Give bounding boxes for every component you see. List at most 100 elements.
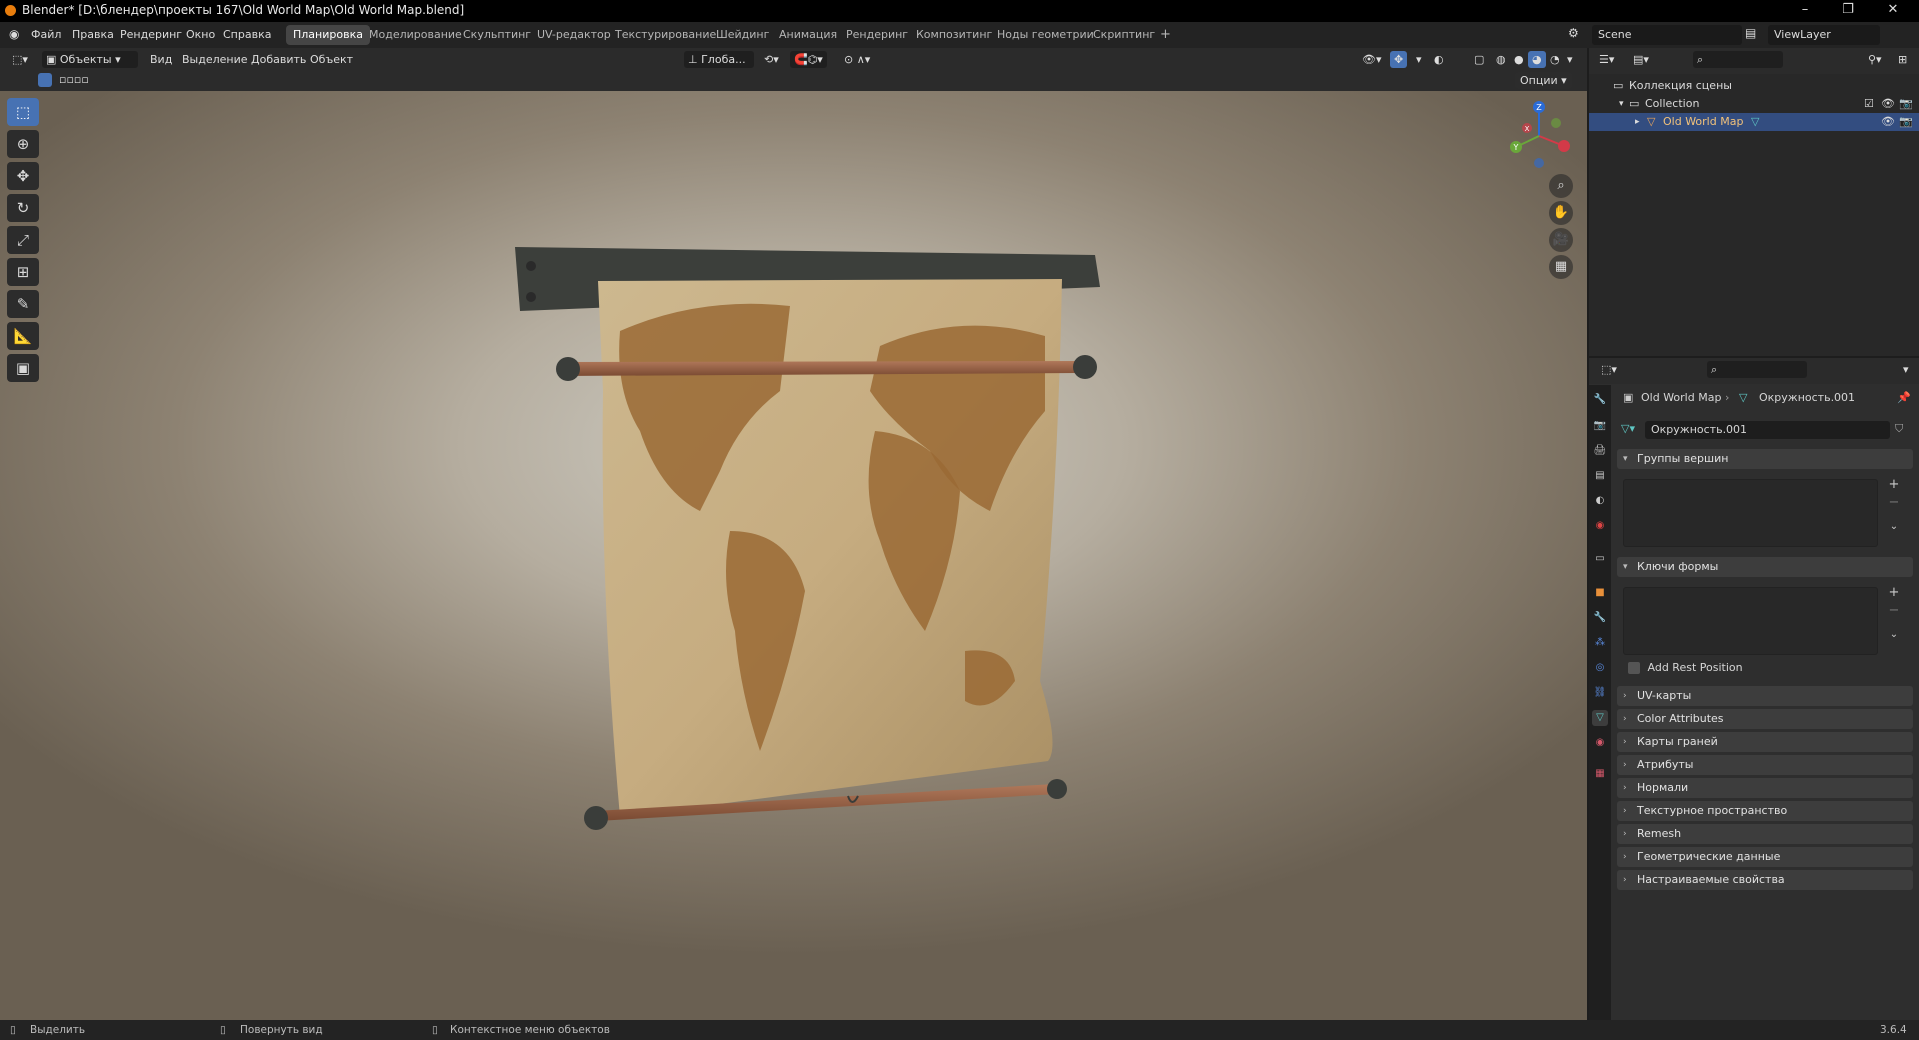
- panel-normals[interactable]: › Нормали: [1617, 778, 1913, 798]
- perspective-grid-icon[interactable]: ▦: [1549, 255, 1573, 279]
- menu-render[interactable]: Рендеринг: [120, 28, 182, 41]
- eye-icon[interactable]: 👁: [1881, 95, 1895, 113]
- menu-view[interactable]: Вид: [146, 51, 176, 68]
- menu-file[interactable]: Файл: [31, 28, 61, 41]
- shape-keys-list[interactable]: [1623, 587, 1878, 655]
- material-tab-icon[interactable]: ◉: [1592, 735, 1608, 751]
- outliner-row-scene-collection[interactable]: ▭ Коллекция сцены: [1589, 77, 1919, 95]
- tab-geometry-nodes[interactable]: Ноды геометрии: [990, 25, 1101, 45]
- menu-object[interactable]: Объект: [306, 51, 357, 68]
- pivot-icon[interactable]: ⟲▾: [760, 51, 783, 68]
- add-rest-position-row[interactable]: Add Rest Position: [1628, 660, 1743, 676]
- properties-search-icon[interactable]: ⌕: [1707, 361, 1807, 378]
- remove-shape-key-icon[interactable]: −: [1885, 603, 1903, 619]
- pin-icon[interactable]: 📌: [1897, 388, 1911, 408]
- camera-render-icon[interactable]: 📷: [1899, 113, 1913, 131]
- solid-shading-icon[interactable]: ●: [1510, 51, 1528, 68]
- zoom-icon[interactable]: ⌕: [1549, 174, 1573, 198]
- orientation-selector[interactable]: ⊥ Глоба... ▾: [684, 51, 754, 83]
- breadcrumb-object[interactable]: Old World Map: [1641, 388, 1721, 408]
- menu-select[interactable]: Выделение: [178, 51, 252, 68]
- menu-window[interactable]: Окно: [186, 28, 215, 41]
- add-cube-icon[interactable]: ▣: [7, 354, 39, 382]
- menu-add[interactable]: Добавить: [247, 51, 310, 68]
- add-vertex-group-icon[interactable]: +: [1885, 477, 1903, 493]
- render-tab-icon[interactable]: 📷: [1592, 418, 1608, 434]
- panel-attributes[interactable]: › Атрибуты: [1617, 755, 1913, 775]
- modifier-tab-icon[interactable]: 🔧: [1592, 610, 1608, 626]
- tab-sculpting[interactable]: Скульптинг: [456, 25, 538, 45]
- mesh-browse-icon[interactable]: ▽▾: [1621, 422, 1635, 435]
- pan-hand-icon[interactable]: ✋: [1549, 201, 1573, 225]
- view-layer-selector[interactable]: ViewLayer: [1768, 25, 1880, 45]
- navigation-gizmo[interactable]: Z Y X: [1504, 101, 1574, 171]
- editor-type-icon[interactable]: ⬚▾: [8, 51, 32, 68]
- tab-shading[interactable]: Шейдинг: [709, 25, 776, 45]
- breadcrumb-mesh[interactable]: Окружность.001: [1759, 388, 1855, 408]
- blender-menu-icon[interactable]: ◉: [9, 27, 19, 41]
- properties-editor-icon[interactable]: ⬚▾: [1597, 361, 1621, 378]
- expand-chevron-icon[interactable]: ▾: [1619, 95, 1624, 113]
- tab-modeling[interactable]: Моделирование: [362, 25, 469, 45]
- outliner-row-object[interactable]: ▸ ▽ Old World Map ▽ 👁 📷: [1589, 113, 1919, 131]
- mesh-data-tab-icon[interactable]: ▽: [1592, 710, 1608, 726]
- gizmo-toggle-icon[interactable]: ✥: [1390, 51, 1408, 68]
- output-tab-icon[interactable]: 🖨: [1592, 443, 1608, 459]
- particles-tab-icon[interactable]: ⁂: [1592, 635, 1608, 651]
- tab-rendering[interactable]: Рендеринг: [839, 25, 915, 45]
- panel-remesh[interactable]: › Remesh: [1617, 824, 1913, 844]
- add-shape-key-icon[interactable]: +: [1885, 585, 1903, 601]
- physics-tab-icon[interactable]: ◎: [1592, 660, 1608, 676]
- select-mode-new-icon[interactable]: [38, 73, 52, 87]
- snap-icon[interactable]: 🧲⌬▾: [790, 51, 827, 68]
- options-dropdown[interactable]: Опции ▾: [1515, 72, 1572, 89]
- constraints-tab-icon[interactable]: ⛓: [1592, 685, 1608, 701]
- panel-face-maps[interactable]: › Карты граней: [1617, 732, 1913, 752]
- mode-selector[interactable]: ▣ Объекты ▾: [42, 51, 138, 68]
- tab-scripting[interactable]: Скриптинг: [1086, 25, 1162, 45]
- view-layer-icon[interactable]: ▤: [1745, 26, 1756, 40]
- visibility-icon[interactable]: 👁▾: [1358, 51, 1386, 68]
- close-icon[interactable]: ✕: [1878, 2, 1908, 20]
- add-rest-position-checkbox[interactable]: [1628, 662, 1640, 674]
- collection-tab-icon[interactable]: ▭: [1592, 551, 1608, 567]
- panel-geometry-data[interactable]: › Геометрические данные: [1617, 847, 1913, 867]
- tab-uv-editing[interactable]: UV-редактор: [530, 25, 618, 45]
- xray-icon[interactable]: ▢: [1470, 51, 1488, 68]
- new-collection-icon[interactable]: ⊞: [1894, 51, 1911, 68]
- object-tab-icon[interactable]: ■: [1592, 585, 1608, 601]
- vertex-group-specials-icon[interactable]: ⌄: [1885, 519, 1903, 535]
- view-layer-tab-icon[interactable]: ▤: [1592, 468, 1608, 484]
- scene-icon[interactable]: ⚙: [1568, 26, 1579, 40]
- overlay-dropdown-icon[interactable]: ▾: [1412, 51, 1426, 68]
- material-shading-icon[interactable]: ◕: [1528, 51, 1546, 68]
- move-icon[interactable]: ✥: [7, 162, 39, 190]
- exclude-checkbox-icon[interactable]: ☑: [1864, 95, 1874, 113]
- transform-icon[interactable]: ⊞: [7, 258, 39, 286]
- vertex-groups-list[interactable]: [1623, 479, 1878, 547]
- tool-tab-icon[interactable]: 🔧: [1592, 392, 1608, 408]
- fake-user-shield-icon[interactable]: ⛉: [1895, 422, 1903, 436]
- select-box-icon[interactable]: ⬚: [7, 98, 39, 126]
- panel-uv-maps[interactable]: › UV-карты: [1617, 686, 1913, 706]
- scale-icon[interactable]: ⤢: [7, 226, 39, 254]
- measure-icon[interactable]: 📐: [7, 322, 39, 350]
- overlays-icon[interactable]: ◐: [1430, 51, 1448, 68]
- add-workspace-icon[interactable]: +: [1153, 25, 1178, 45]
- shape-key-specials-icon[interactable]: ⌄: [1885, 627, 1903, 643]
- rotate-icon[interactable]: ↻: [7, 194, 39, 222]
- properties-options-icon[interactable]: ▾: [1899, 361, 1913, 378]
- panel-custom-properties[interactable]: › Настраиваемые свойства: [1617, 870, 1913, 890]
- mesh-name-field[interactable]: Окружность.001: [1645, 421, 1890, 439]
- outliner-row-collection[interactable]: ▾ ▭ Collection ☑ 👁 📷: [1589, 95, 1919, 113]
- camera-render-icon[interactable]: 📷: [1899, 95, 1913, 113]
- wireframe-shading-icon[interactable]: ◍: [1492, 51, 1510, 68]
- world-tab-icon[interactable]: ◉: [1592, 518, 1608, 534]
- filter-icon[interactable]: ⚲▾: [1864, 51, 1886, 68]
- camera-view-icon[interactable]: 🎥: [1549, 228, 1573, 252]
- cursor-icon[interactable]: ⊕: [7, 130, 39, 158]
- 3d-viewport[interactable]: Z Y X ⌕ ✋ 🎥 ▦: [0, 91, 1587, 1020]
- minimize-icon[interactable]: –: [1790, 2, 1820, 20]
- maximize-icon[interactable]: ❐: [1833, 2, 1863, 20]
- scene-tab-icon[interactable]: ◐: [1592, 493, 1608, 509]
